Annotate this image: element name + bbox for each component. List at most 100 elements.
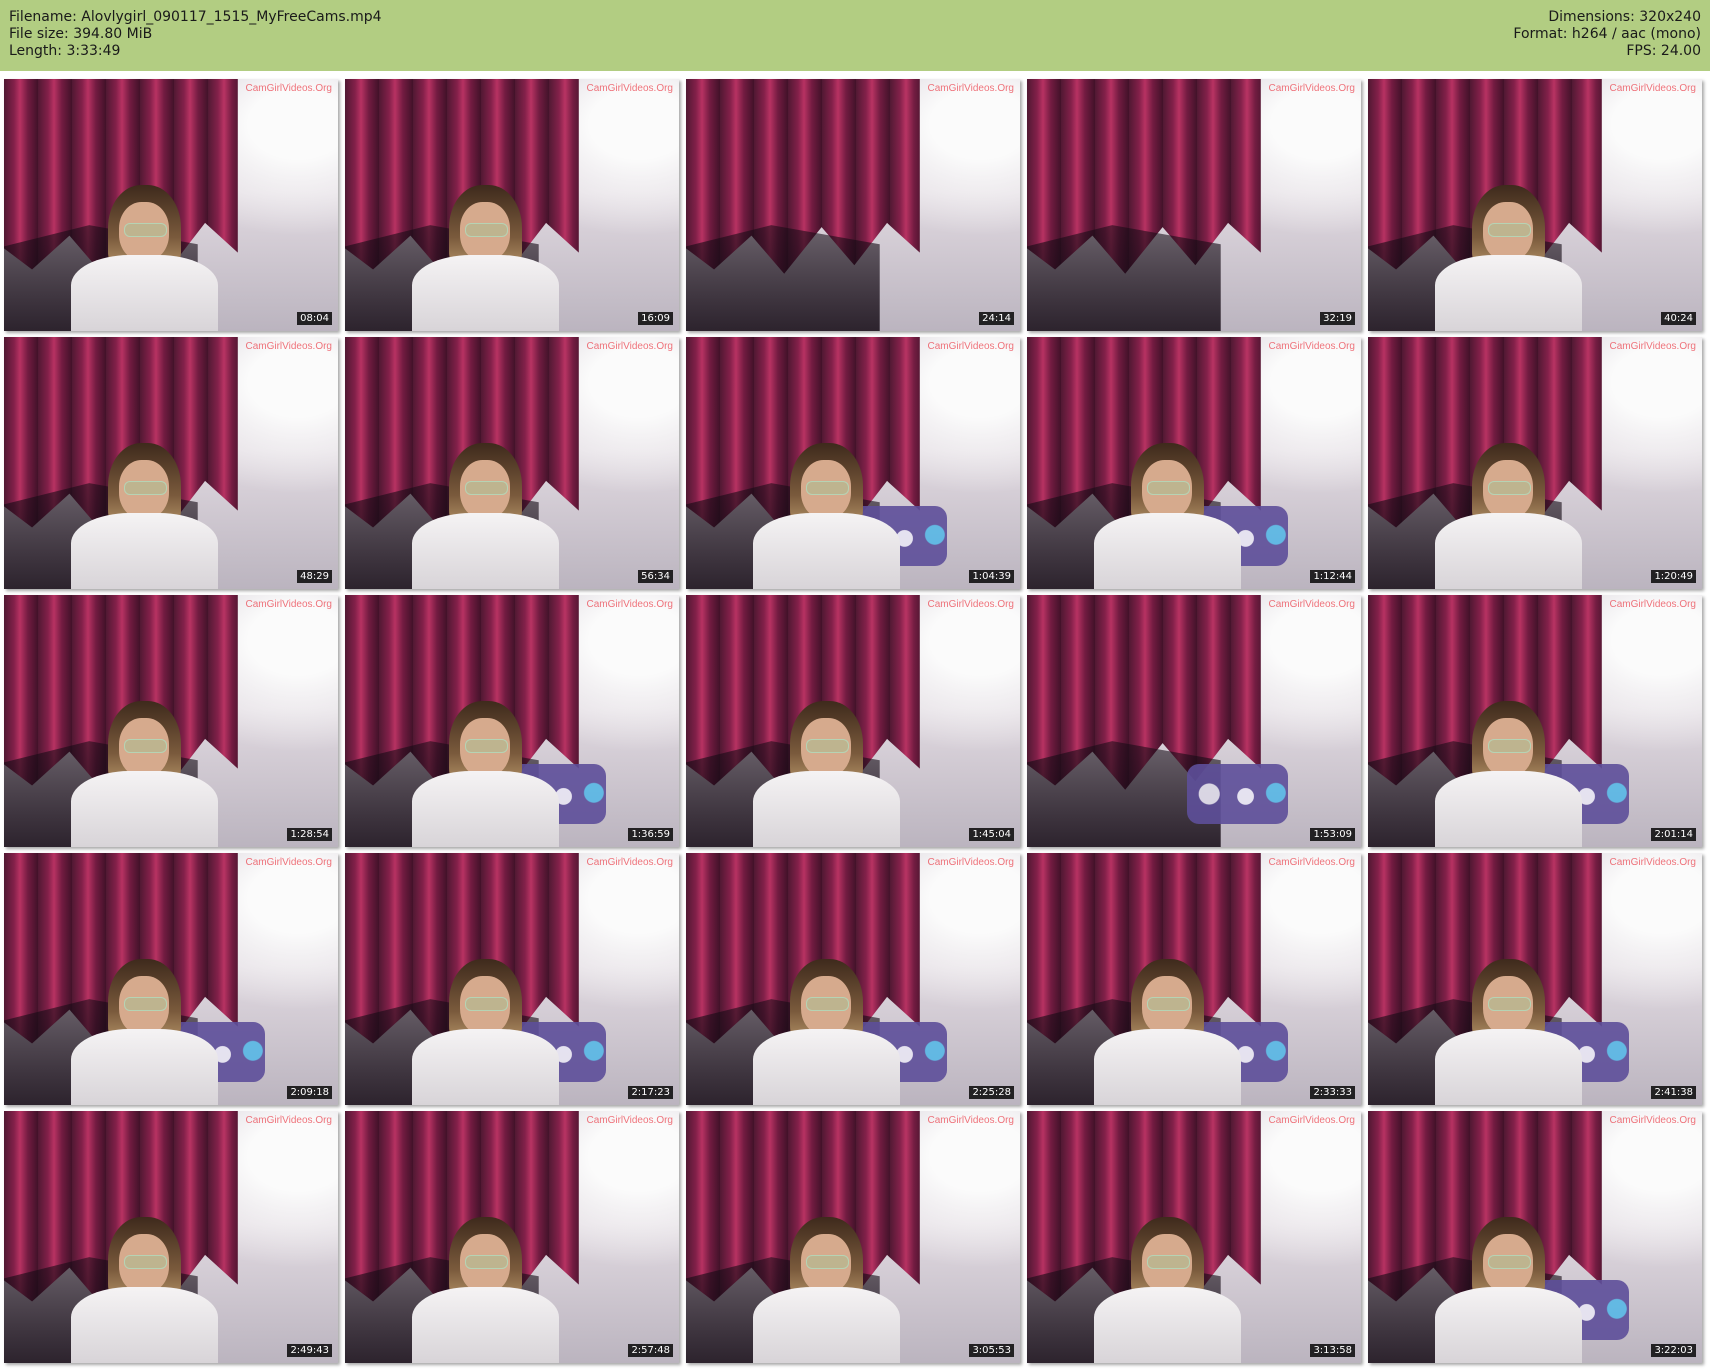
watermark: CamGirlVideos.Org [1268, 599, 1355, 610]
fps-text: FPS: 24.00 [1626, 43, 1701, 59]
person-figure [752, 700, 900, 847]
timestamp: 16:09 [638, 312, 673, 325]
video-thumbnail: CamGirlVideos.Org 16:09 [345, 79, 679, 331]
person-figure [752, 442, 900, 589]
video-thumbnail: CamGirlVideos.Org 1:45:04 [686, 595, 1020, 847]
person-figure [1434, 184, 1582, 331]
person-figure [1434, 1216, 1582, 1363]
thumbnail-scene [345, 1111, 679, 1363]
thumbnail-scene [1368, 1111, 1702, 1363]
thumbnail-scene [345, 337, 679, 589]
video-thumbnail: CamGirlVideos.Org 2:01:14 [1368, 595, 1702, 847]
timestamp: 1:20:49 [1651, 570, 1696, 583]
thumbnail-scene [345, 79, 679, 331]
video-thumbnail: CamGirlVideos.Org 08:04 [4, 79, 338, 331]
watermark: CamGirlVideos.Org [586, 599, 673, 610]
video-thumbnail: CamGirlVideos.Org 2:25:28 [686, 853, 1020, 1105]
person-figure [752, 958, 900, 1105]
format-text: Format: h264 / aac (mono) [1513, 26, 1701, 42]
timestamp: 32:19 [1320, 312, 1355, 325]
thumbnail-scene [4, 79, 338, 331]
person-figure [70, 442, 218, 589]
watermark: CamGirlVideos.Org [927, 599, 1014, 610]
video-thumbnail: CamGirlVideos.Org 1:36:59 [345, 595, 679, 847]
file-info-left: Filename: Alovlygirl_090117_1515_MyFreeC… [9, 9, 382, 60]
watermark: CamGirlVideos.Org [245, 1115, 332, 1126]
watermark: CamGirlVideos.Org [245, 599, 332, 610]
person-figure [1434, 700, 1582, 847]
thumbnail-scene [686, 595, 1020, 847]
timestamp: 2:25:28 [969, 1086, 1014, 1099]
thumbnail-scene [1027, 595, 1361, 847]
timestamp: 2:17:23 [628, 1086, 673, 1099]
timestamp: 1:53:09 [1310, 828, 1355, 841]
timestamp: 2:41:38 [1651, 1086, 1696, 1099]
timestamp: 2:01:14 [1651, 828, 1696, 841]
thumbnail-scene [4, 1111, 338, 1363]
watermark: CamGirlVideos.Org [1268, 857, 1355, 868]
person-figure [411, 442, 559, 589]
watermark: CamGirlVideos.Org [1609, 857, 1696, 868]
thumbnail-scene [4, 595, 338, 847]
video-thumbnail: CamGirlVideos.Org 3:22:03 [1368, 1111, 1702, 1363]
filesize-text: File size: 394.80 MiB [9, 26, 153, 42]
watermark: CamGirlVideos.Org [586, 1115, 673, 1126]
timestamp: 1:45:04 [969, 828, 1014, 841]
timestamp: 40:24 [1661, 312, 1696, 325]
thumbnail-scene [1027, 1111, 1361, 1363]
watermark: CamGirlVideos.Org [927, 1115, 1014, 1126]
thumbnail-scene [1027, 79, 1361, 331]
timestamp: 24:14 [979, 312, 1014, 325]
timestamp: 1:28:54 [287, 828, 332, 841]
thumbnail-grid: CamGirlVideos.Org 08:04 CamGirlVideos.Org… [4, 79, 1706, 1363]
watermark: CamGirlVideos.Org [1268, 341, 1355, 352]
thumbnail-scene [1368, 337, 1702, 589]
video-thumbnail: CamGirlVideos.Org 40:24 [1368, 79, 1702, 331]
video-thumbnail: CamGirlVideos.Org 1:12:44 [1027, 337, 1361, 589]
video-thumbnail: CamGirlVideos.Org 3:05:53 [686, 1111, 1020, 1363]
dimensions-text: Dimensions: 320x240 [1548, 9, 1701, 25]
person-figure [70, 1216, 218, 1363]
file-info-right: Dimensions: 320x240 Format: h264 / aac (… [1513, 9, 1701, 60]
timestamp: 2:09:18 [287, 1086, 332, 1099]
person-figure [70, 958, 218, 1105]
person-figure [1434, 958, 1582, 1105]
timestamp: 08:04 [297, 312, 332, 325]
thumbnail-scene [1027, 337, 1361, 589]
video-thumbnail: CamGirlVideos.Org 1:20:49 [1368, 337, 1702, 589]
thumbnail-scene [1368, 853, 1702, 1105]
watermark: CamGirlVideos.Org [927, 83, 1014, 94]
timestamp: 1:12:44 [1310, 570, 1355, 583]
person-figure [70, 184, 218, 331]
watermark: CamGirlVideos.Org [586, 857, 673, 868]
dark-area [686, 225, 880, 331]
watermark: CamGirlVideos.Org [927, 857, 1014, 868]
video-thumbnail: CamGirlVideos.Org 32:19 [1027, 79, 1361, 331]
watermark: CamGirlVideos.Org [245, 857, 332, 868]
watermark: CamGirlVideos.Org [1609, 599, 1696, 610]
timestamp: 2:33:33 [1310, 1086, 1355, 1099]
thumbnail-scene [686, 337, 1020, 589]
timestamp: 1:36:59 [628, 828, 673, 841]
person-figure [411, 958, 559, 1105]
video-thumbnail: CamGirlVideos.Org 1:04:39 [686, 337, 1020, 589]
timestamp: 3:13:58 [1310, 1344, 1355, 1357]
pillow [1187, 763, 1288, 825]
thumbnail-scene [686, 853, 1020, 1105]
timestamp: 3:05:53 [969, 1344, 1014, 1357]
video-thumbnail: CamGirlVideos.Org 48:29 [4, 337, 338, 589]
watermark: CamGirlVideos.Org [1609, 1115, 1696, 1126]
thumbnail-scene [4, 853, 338, 1105]
video-thumbnail: CamGirlVideos.Org 1:28:54 [4, 595, 338, 847]
watermark: CamGirlVideos.Org [1609, 341, 1696, 352]
video-thumbnail: CamGirlVideos.Org 1:53:09 [1027, 595, 1361, 847]
video-thumbnail: CamGirlVideos.Org 24:14 [686, 79, 1020, 331]
person-figure [411, 184, 559, 331]
person-figure [70, 700, 218, 847]
timestamp: 48:29 [297, 570, 332, 583]
filename-text: Filename: Alovlygirl_090117_1515_MyFreeC… [9, 9, 382, 25]
person-figure [1093, 442, 1241, 589]
video-thumbnail: CamGirlVideos.Org 2:49:43 [4, 1111, 338, 1363]
video-thumbnail: CamGirlVideos.Org 2:41:38 [1368, 853, 1702, 1105]
person-figure [1093, 1216, 1241, 1363]
